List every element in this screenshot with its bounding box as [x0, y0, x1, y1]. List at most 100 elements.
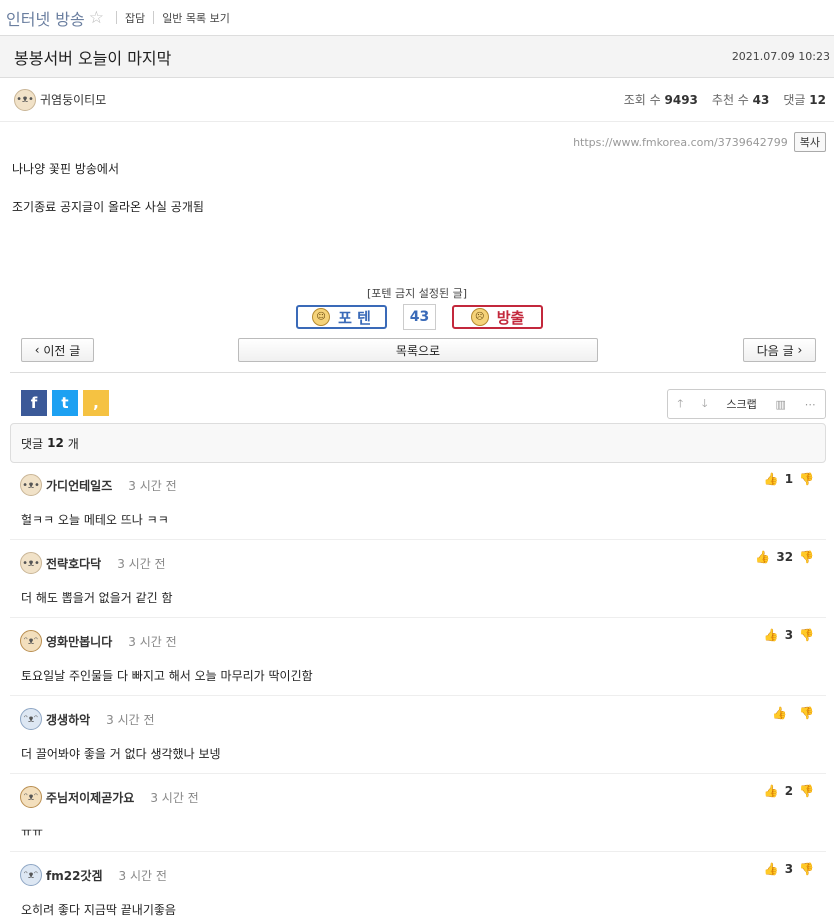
comment-likes: 2	[784, 784, 794, 798]
comment-nick[interactable]: 영화만봅니다	[46, 633, 112, 650]
downvote-button[interactable]: ☹ 방출	[452, 305, 543, 329]
comment-nick[interactable]: 가디언테일즈	[46, 477, 112, 494]
comment-votes: 👍 👎	[772, 706, 814, 720]
url-row: https://www.fmkorea.com/3739642799 복사	[573, 132, 826, 152]
body-line: 조기종료 공지글이 올라온 사실 공개됨	[12, 200, 204, 214]
prev-label: 이전 글	[43, 343, 81, 358]
recommend-button[interactable]: ☺ 포 텐	[296, 305, 387, 329]
comment-item: ᵔᴥᵔ 갱생하악 3 시간 전 더 끌어봐야 좋을 거 없다 생각했나 보넹 👍…	[10, 696, 826, 774]
kakaostory-icon[interactable]: ,	[83, 390, 109, 416]
comment-time: 3 시간 전	[106, 712, 155, 727]
post-title-bar: 봉봉서버 오늘이 마지막 2021.07.09 10:23	[0, 36, 834, 78]
recommend-stat: 추천 수 43	[711, 93, 770, 107]
post-nav: ‹ 이전 글 목록으로 다음 글 ›	[21, 338, 816, 362]
chevron-right-icon: ›	[793, 343, 803, 357]
divider	[153, 11, 155, 24]
pomeranian-icon: ᵔᴥᵔ	[20, 864, 42, 886]
scrap-button[interactable]: 스크랩	[726, 396, 756, 412]
comment-votes: 👍 3 👎	[764, 628, 814, 642]
prev-post-button[interactable]: ‹ 이전 글	[21, 338, 94, 362]
chevron-left-icon: ‹	[34, 343, 44, 357]
divider	[115, 11, 117, 24]
category-link[interactable]: 잡담	[125, 10, 145, 26]
thumbs-face-icon: ☺	[312, 308, 331, 326]
comment-nick[interactable]: 주님저이제곧가요	[46, 789, 134, 806]
comment-time: 3 시간 전	[128, 634, 177, 649]
pomeranian-icon: ᵔᴥᵔ	[20, 708, 42, 730]
arrow-down-icon[interactable]: 🡓	[702, 395, 708, 414]
facebook-icon[interactable]: f	[21, 390, 47, 416]
thumbs-down-icon[interactable]: 👎	[799, 628, 814, 642]
comment-time: 3 시간 전	[150, 790, 199, 805]
stats-icon[interactable]: ▥	[775, 398, 785, 411]
comments-count: 12	[47, 436, 64, 450]
board-bar: 인터넷 방송 ☆ 잡담 일반 목록 보기	[0, 0, 834, 36]
thumbs-up-icon[interactable]: 👍	[755, 550, 770, 564]
comment-votes: 👍 3 👎	[764, 862, 814, 876]
list-button[interactable]: 목록으로	[238, 338, 598, 362]
comments-stat: 댓글 12	[783, 93, 826, 107]
comment-header: •ᴥ• 전략호다닥 3 시간 전	[20, 552, 166, 574]
next-label: 다음 글	[756, 343, 794, 358]
comment-nick[interactable]: 갱생하악	[46, 711, 90, 728]
comment-item: •ᴥ• 가디언테일즈 3 시간 전 헐ㅋㅋ 오늘 메테오 뜨나 ㅋㅋ 👍 1 👎	[10, 462, 826, 540]
thumbs-down-icon[interactable]: 👎	[799, 706, 814, 720]
arrow-up-icon[interactable]: 🡑	[677, 395, 683, 414]
comments-label: 댓글	[21, 436, 44, 451]
recommend-label: 포 텐	[338, 308, 371, 327]
thumbs-down-icon[interactable]: 👎	[799, 862, 814, 876]
comment-time: 3 시간 전	[118, 868, 167, 883]
board-title[interactable]: 인터넷 방송	[6, 6, 85, 30]
comments-header: 댓글 12 개	[10, 423, 826, 463]
chihuahua-icon: ᵔᴥᵔ	[20, 630, 42, 652]
comment-header: ᵔᴥᵔ 주님저이제곧가요 3 시간 전	[20, 786, 199, 808]
thumbs-down-icon[interactable]: 👎	[799, 472, 814, 486]
comment-likes: 3	[784, 862, 794, 876]
vote-row: ☺ 포 텐 43 ☹ 방출	[296, 304, 543, 330]
comment-item: ᵔᴥᵔ 주님저이제곧가요 3 시간 전 ㅠㅠ 👍 2 👎	[10, 774, 826, 852]
comment-votes: 👍 1 👎	[764, 472, 814, 486]
comment-list: •ᴥ• 가디언테일즈 3 시간 전 헐ㅋㅋ 오늘 메테오 뜨나 ㅋㅋ 👍 1 👎…	[10, 462, 826, 916]
thumbs-down-icon[interactable]: 👎	[799, 550, 814, 564]
comment-item: ᵔᴥᵔ fm22갓겜 3 시간 전 오히려 좋다 지금딱 끝내기좋음 👍 3 👎	[10, 852, 826, 916]
body-line: 나나양 꽃핀 방송에서	[12, 162, 119, 176]
comment-likes: 32	[776, 550, 794, 564]
twitter-icon[interactable]: t	[52, 390, 78, 416]
comment-item: •ᴥ• 전략호다닥 3 시간 전 더 해도 뽑을거 없을거 같긴 함 👍 32 …	[10, 540, 826, 618]
copy-button[interactable]: 복사	[793, 132, 826, 152]
comment-header: •ᴥ• 가디언테일즈 3 시간 전	[20, 474, 177, 496]
comment-votes: 👍 2 👎	[764, 784, 814, 798]
comment-text: 토요일날 주인물들 다 빠지고 해서 오늘 마무리가 딱이긴함	[21, 669, 313, 683]
thumbs-up-icon[interactable]: 👍	[764, 628, 779, 642]
thumbs-up-icon[interactable]: 👍	[764, 862, 779, 876]
more-icon[interactable]: ⋯	[805, 398, 816, 411]
star-icon[interactable]: ☆	[89, 8, 104, 28]
post-date: 2021.07.09 10:23	[731, 50, 830, 63]
thumbs-down-icon[interactable]: 👎	[799, 784, 814, 798]
list-view-link[interactable]: 일반 목록 보기	[162, 10, 230, 26]
comment-nick[interactable]: 전략호다닥	[46, 555, 101, 572]
vote-count: 43	[403, 304, 436, 330]
comments-label-suffix: 개	[67, 436, 79, 451]
comment-text: 오히려 좋다 지금딱 끝내기좋음	[21, 903, 176, 916]
post-stats: 조회 수 9493 추천 수 43 댓글 12	[624, 91, 826, 108]
thumbs-up-icon[interactable]: 👍	[764, 472, 779, 486]
next-post-button[interactable]: 다음 글 ›	[743, 338, 816, 362]
comment-header: ᵔᴥᵔ 영화만봅니다 3 시간 전	[20, 630, 177, 652]
comment-header: ᵔᴥᵔ 갱생하악 3 시간 전	[20, 708, 155, 730]
comment-nick[interactable]: fm22갓겜	[46, 867, 103, 884]
angry-face-icon: ☹	[470, 308, 489, 326]
comment-text: ㅠㅠ	[21, 825, 44, 839]
vote-notice: [포텐 금지 설정된 글]	[366, 287, 468, 300]
puppy-icon: •ᴥ•	[14, 88, 36, 111]
author[interactable]: •ᴥ• 귀염둥이티모	[14, 88, 106, 111]
post-url[interactable]: https://www.fmkorea.com/3739642799	[573, 136, 788, 149]
thumbs-up-icon[interactable]: 👍	[764, 784, 779, 798]
post-meta: •ᴥ• 귀염둥이티모 조회 수 9493 추천 수 43 댓글 12	[0, 78, 834, 122]
comment-item: ᵔᴥᵔ 영화만봅니다 3 시간 전 토요일날 주인물들 다 빠지고 해서 오늘 …	[10, 618, 826, 696]
downvote-label: 방출	[496, 308, 525, 327]
thumbs-up-icon[interactable]: 👍	[772, 706, 787, 720]
post-body: 나나양 꽃핀 방송에서 조기종료 공지글이 올라온 사실 공개됨	[12, 160, 204, 236]
comment-header: ᵔᴥᵔ fm22갓겜 3 시간 전	[20, 864, 167, 886]
post-tools: 🡑 🡓 스크랩 ▥ ⋯	[667, 389, 826, 419]
